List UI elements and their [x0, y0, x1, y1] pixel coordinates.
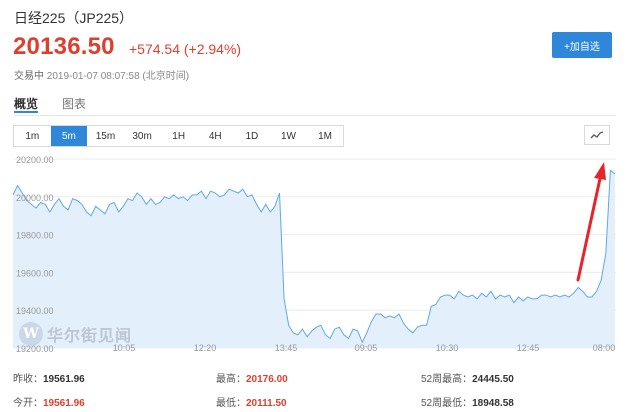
y-tick-label: 20000.00 [16, 193, 54, 203]
x-tick-label: 10:30 [436, 343, 459, 353]
x-tick-label: 12:20 [194, 343, 217, 353]
x-tick-label: 08:00 [593, 343, 616, 353]
stat-low: 最低：20111.50 [216, 394, 287, 409]
trading-status: 交易中 2019-01-07 08:07:58 (北京时间) [14, 67, 189, 82]
interval-1mo[interactable]: 1M [307, 126, 344, 146]
stat-prev-close: 昨收：19561.96 [13, 370, 85, 385]
price-change: +574.54 (+2.94%) [129, 41, 242, 57]
stat-open: 今开：19561.96 [13, 394, 85, 409]
view-tabs: 概览 图表 [14, 93, 616, 116]
interval-1h[interactable]: 1H [160, 126, 197, 146]
stat-52w-low: 52周最低：18948.58 [421, 394, 514, 409]
stat-value: 20111.50 [246, 398, 287, 409]
x-tick-label: 12:45 [517, 343, 540, 353]
active-tab-indicator [14, 111, 38, 113]
stat-label: 昨收： [13, 374, 43, 385]
interval-1w[interactable]: 1W [270, 126, 307, 146]
x-tick-label: 09:05 [355, 343, 378, 353]
stat-label: 52周最高： [421, 374, 473, 385]
stat-label: 今开： [13, 398, 43, 409]
stat-value: 18948.58 [472, 398, 514, 409]
interval-1m[interactable]: 1m [14, 126, 51, 146]
y-tick-label: 19400.00 [16, 306, 54, 316]
status-timezone: (北京时间) [142, 71, 190, 82]
stat-label: 52周最低： [421, 398, 473, 409]
tab-overview-label: 概览 [14, 97, 39, 111]
chart-type-button[interactable] [584, 125, 610, 145]
stat-label: 最低： [216, 398, 246, 409]
interval-30m[interactable]: 30m [124, 126, 161, 146]
stat-52w-high: 52周最高：24445.50 [421, 370, 514, 385]
stat-value: 20176.00 [246, 374, 288, 385]
stat-label: 最高： [216, 374, 246, 385]
line-chart-icon [590, 131, 604, 139]
status-timestamp: 2019-01-07 08:07:58 [46, 71, 140, 82]
interval-15m[interactable]: 15m [87, 126, 124, 146]
y-tick-label: 20200.00 [16, 155, 54, 165]
last-price: 20136.50 [13, 33, 115, 60]
stat-value: 24445.50 [472, 374, 514, 385]
tab-overview[interactable]: 概览 [14, 95, 39, 113]
interval-selector: 1m 5m 15m 30m 1H 4H 1D 1W 1M [13, 125, 345, 147]
arrow-shaft [576, 172, 603, 282]
interval-5m[interactable]: 5m [50, 126, 88, 146]
interval-1d[interactable]: 1D [234, 126, 271, 146]
stat-value: 19561.96 [43, 374, 85, 385]
watermark-text: 华尔街见闻 [47, 326, 133, 345]
stat-value: 19561.96 [43, 398, 85, 409]
add-to-watchlist-button[interactable]: +加自选 [552, 32, 612, 58]
x-tick-label: 13:45 [275, 343, 298, 353]
y-tick-label: 19600.00 [16, 268, 54, 278]
watermark-logo-icon: W [19, 322, 43, 346]
watermark: W 华尔街见闻 [19, 322, 132, 346]
tab-chart[interactable]: 图表 [62, 95, 86, 112]
instrument-title: 日经225（JP225） [14, 10, 134, 26]
status-label: 交易中 [14, 71, 44, 82]
annotation-arrow [576, 162, 606, 282]
interval-4h[interactable]: 4H [197, 126, 234, 146]
y-tick-label: 19800.00 [16, 231, 54, 241]
arrow-head [594, 162, 606, 180]
stat-high: 最高：20176.00 [216, 370, 288, 385]
